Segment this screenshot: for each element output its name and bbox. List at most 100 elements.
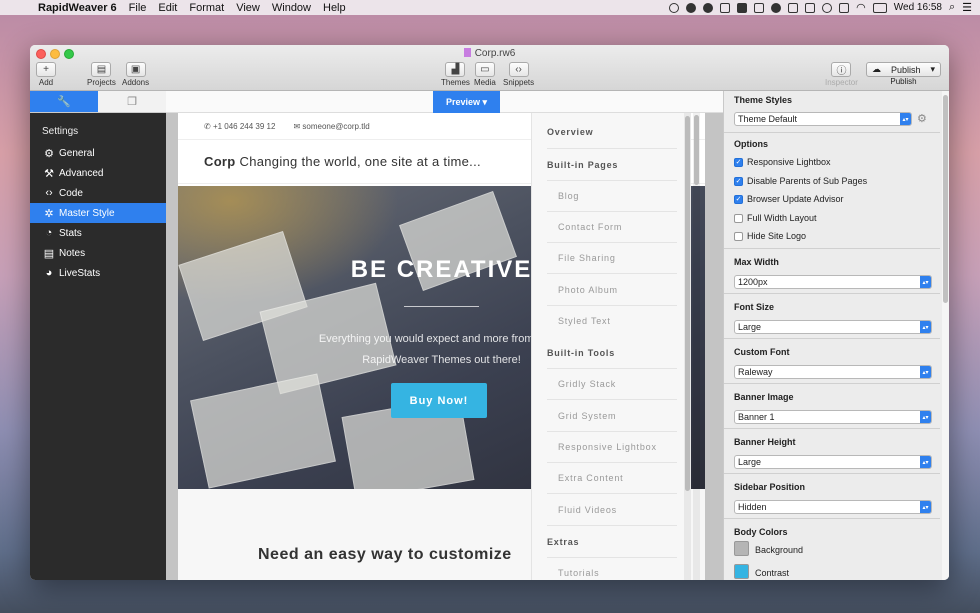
- checkbox-checked-icon[interactable]: ✓: [734, 157, 743, 167]
- nav-tool-grid-system[interactable]: Grid System: [558, 411, 678, 421]
- wifi-icon[interactable]: ◠: [856, 1, 866, 14]
- addons-icon[interactable]: ▣: [125, 62, 146, 77]
- checkbox-unchecked-icon[interactable]: [734, 231, 743, 241]
- email-contact[interactable]: ✉ someone@corp.tld: [293, 122, 369, 131]
- theme-styles-select[interactable]: Theme Default ▴▾: [734, 112, 912, 126]
- media-icon[interactable]: ▭: [474, 62, 495, 77]
- menu-edit[interactable]: Edit: [158, 2, 177, 14]
- nav-panel-scrollbar[interactable]: [684, 113, 691, 580]
- nav-page-styled-text[interactable]: Styled Text: [558, 316, 678, 326]
- banner-height-select[interactable]: Large ▴▾: [734, 455, 932, 469]
- themes-icon[interactable]: ▟: [445, 62, 466, 77]
- status-cloud-icon[interactable]: [771, 2, 782, 13]
- nav-tool-responsive-lightbox[interactable]: Responsive Lightbox: [558, 442, 678, 452]
- nav-builtin-pages[interactable]: Built-in Pages: [547, 160, 677, 170]
- menu-window[interactable]: Window: [272, 2, 311, 14]
- sidebar-item-stats[interactable]: ◔ Stats: [30, 223, 166, 243]
- status-q-icon[interactable]: [754, 2, 765, 13]
- code-brackets-icon[interactable]: ‹›: [508, 62, 529, 77]
- web-preview[interactable]: ✆ +1 046 244 39 12 ✉ someone@corp.tld Co…: [166, 113, 723, 580]
- option-hide-site-logo[interactable]: Hide Site Logo: [734, 231, 806, 241]
- spotlight-search-icon[interactable]: ⌕: [949, 1, 955, 14]
- sidebar-item-notes[interactable]: ▤ Notes: [30, 243, 166, 263]
- publish-dropdown-icon[interactable]: ▾: [930, 64, 935, 75]
- buy-now-button[interactable]: Buy Now!: [391, 383, 487, 418]
- sidebar-item-master-style[interactable]: ✲ Master Style: [30, 203, 166, 223]
- site-brand[interactable]: Corp: [204, 154, 236, 169]
- sidebar-tabs: 🔧 ❐: [30, 91, 166, 113]
- plus-icon[interactable]: +: [36, 62, 56, 77]
- option-responsive-lightbox[interactable]: ✓ Responsive Lightbox: [734, 157, 831, 167]
- status-evernote-icon[interactable]: [703, 2, 714, 13]
- inspector-scroll-thumb[interactable]: [943, 95, 948, 303]
- menu-format[interactable]: Format: [189, 2, 224, 14]
- sidebar-item-code[interactable]: ‹› Code: [30, 183, 166, 203]
- font-size-select[interactable]: Large ▴▾: [734, 320, 932, 334]
- status-bluetooth-icon[interactable]: [839, 2, 850, 13]
- option-full-width-layout[interactable]: Full Width Layout: [734, 213, 817, 223]
- banner-paper: [190, 373, 336, 489]
- nav-tool-extra-content[interactable]: Extra Content: [558, 473, 678, 483]
- themes-tool[interactable]: ▟ Themes: [441, 62, 470, 87]
- projects-tool[interactable]: ▤ Projects: [87, 62, 116, 87]
- status-time-machine-icon[interactable]: [686, 2, 697, 13]
- nav-overview[interactable]: Overview: [547, 127, 677, 137]
- contrast-color-swatch[interactable]: [734, 564, 749, 579]
- status-app2-icon[interactable]: [737, 2, 748, 13]
- status-sync-icon[interactable]: [822, 2, 833, 13]
- font-size-label: Font Size: [734, 302, 774, 312]
- publish-button[interactable]: ☁ Publish ▾: [866, 62, 941, 77]
- background-color-swatch[interactable]: [734, 541, 749, 556]
- custom-font-select[interactable]: Raleway ▴▾: [734, 365, 932, 379]
- status-circle-icon[interactable]: [669, 2, 680, 13]
- status-box-icon[interactable]: [788, 2, 799, 13]
- tab-settings-wrench[interactable]: 🔧: [30, 91, 98, 113]
- option-browser-update-advisor[interactable]: ✓ Browser Update Advisor: [734, 194, 844, 204]
- menu-bar: RapidWeaver 6 File Edit Format View Wind…: [0, 0, 980, 15]
- menu-view[interactable]: View: [236, 2, 260, 14]
- battery-icon[interactable]: [872, 2, 887, 13]
- preview-scrollbar[interactable]: [693, 113, 700, 580]
- inspector-tool[interactable]: ⓘ Inspector: [825, 62, 858, 87]
- checkbox-checked-icon[interactable]: ✓: [734, 194, 743, 204]
- status-app-icon[interactable]: [720, 2, 731, 13]
- max-width-select[interactable]: 1200px ▴▾: [734, 275, 932, 289]
- nav-tool-fluid-videos[interactable]: Fluid Videos: [558, 505, 678, 515]
- addons-tool[interactable]: ▣ Addons: [122, 62, 149, 87]
- publish-tool[interactable]: ☁ Publish ▾ Publish: [866, 62, 941, 86]
- nav-builtin-tools[interactable]: Built-in Tools: [547, 348, 677, 358]
- preview-mode-button[interactable]: Preview ▾: [433, 91, 500, 113]
- preview-scroll-thumb[interactable]: [694, 115, 699, 185]
- nav-panel-scroll-thumb[interactable]: [685, 116, 690, 491]
- sidebar-item-general[interactable]: ⚙ General: [30, 143, 166, 163]
- sidebar-item-advanced[interactable]: ⚒ Advanced: [30, 163, 166, 183]
- inspector-scrollbar[interactable]: [942, 91, 949, 580]
- sidebar-position-label: Sidebar Position: [734, 482, 806, 492]
- nav-page-contact-form[interactable]: Contact Form: [558, 222, 678, 232]
- add-tool[interactable]: + Add: [36, 62, 56, 87]
- tab-pages[interactable]: ❐: [98, 91, 166, 113]
- nav-tool-gridly-stack[interactable]: Gridly Stack: [558, 379, 678, 389]
- menu-app-name[interactable]: RapidWeaver 6: [38, 2, 117, 14]
- menu-help[interactable]: Help: [323, 2, 346, 14]
- nav-extras[interactable]: Extras: [547, 537, 677, 547]
- projects-icon[interactable]: ▤: [91, 62, 112, 77]
- nav-page-blog[interactable]: Blog: [558, 191, 678, 201]
- option-disable-parents[interactable]: ✓ Disable Parents of Sub Pages: [734, 176, 867, 186]
- nav-extras-tutorials[interactable]: Tutorials: [558, 568, 678, 578]
- checkbox-unchecked-icon[interactable]: [734, 213, 743, 223]
- media-tool[interactable]: ▭ Media: [474, 62, 496, 87]
- status-dropbox-icon[interactable]: [805, 2, 816, 13]
- sidebar-position-select[interactable]: Hidden ▴▾: [734, 500, 932, 514]
- nav-page-file-sharing[interactable]: File Sharing: [558, 253, 678, 263]
- banner-image-select[interactable]: Banner 1 ▴▾: [734, 410, 932, 424]
- nav-page-photo-album[interactable]: Photo Album: [558, 285, 678, 295]
- info-icon[interactable]: ⓘ: [831, 62, 852, 77]
- theme-settings-gear-icon[interactable]: ⚙: [917, 112, 927, 125]
- snippets-tool[interactable]: ‹› Snippets: [503, 62, 534, 87]
- menu-file[interactable]: File: [129, 2, 147, 14]
- notification-center-icon[interactable]: ☰: [962, 1, 972, 14]
- checkbox-checked-icon[interactable]: ✓: [734, 176, 743, 186]
- menubar-clock[interactable]: Wed 16:58: [894, 2, 942, 13]
- sidebar-item-livestats[interactable]: ◕ LiveStats: [30, 263, 166, 283]
